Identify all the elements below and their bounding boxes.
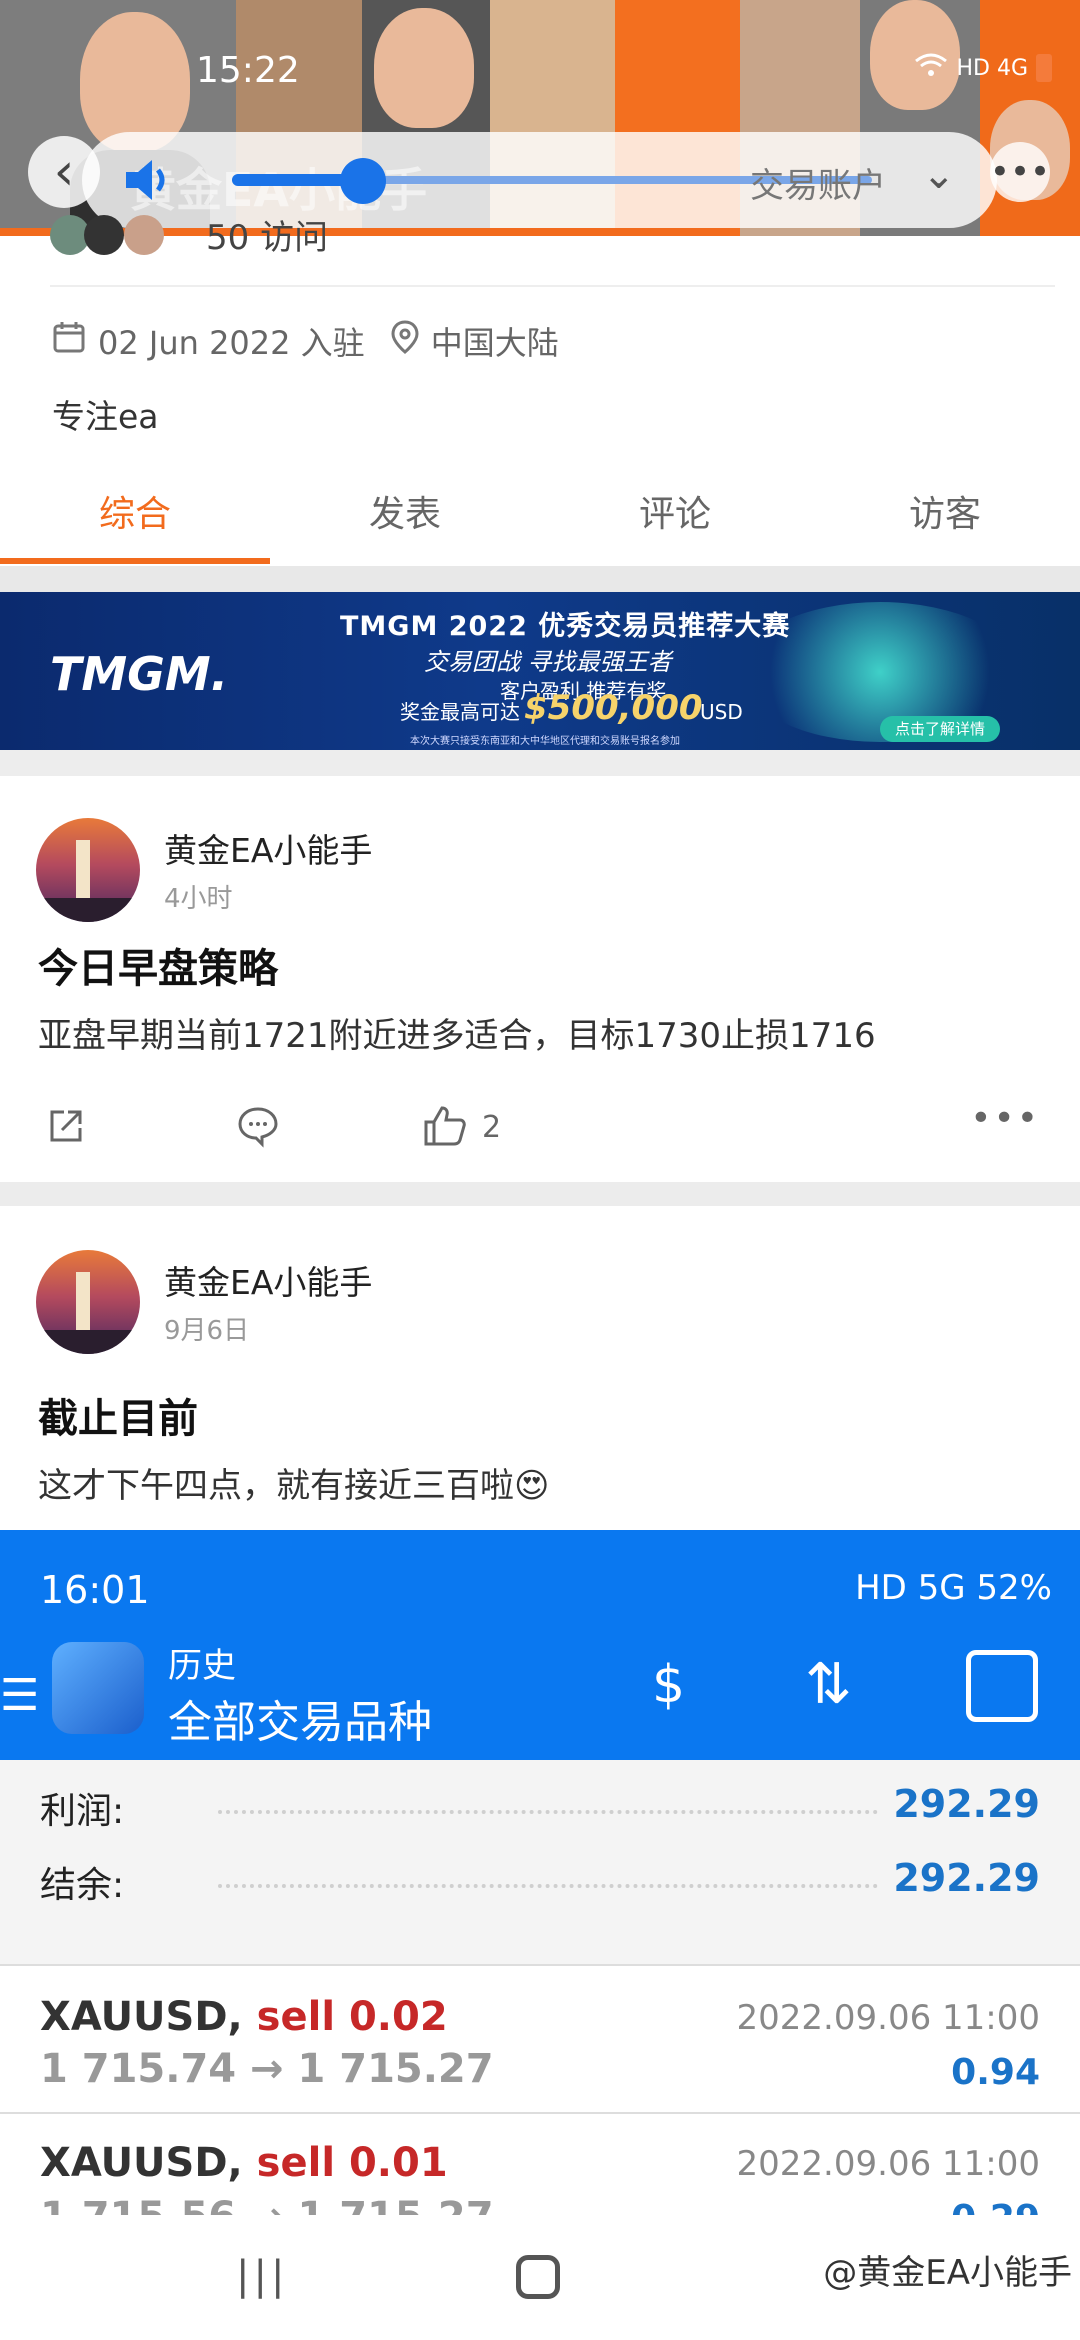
watermark: @黄金EA小能手 [823, 2253, 1072, 2293]
currency-exchange-icon: $ [652, 1655, 686, 1715]
balance-value: 292.29 [893, 1856, 1040, 1900]
visit-count: 50 访问 [206, 218, 329, 258]
banner-amount: $500,000 [524, 688, 703, 728]
volume-slider-handle[interactable] [340, 158, 386, 204]
account-selector[interactable]: 交易账户 [750, 158, 886, 207]
mt-all-symbols: 全部交易品种 [168, 1697, 432, 1748]
trade-date: 2022.09.06 11:00 [736, 1998, 1040, 2038]
post-author[interactable]: 黄金EA小能手 [164, 1256, 372, 1304]
home-button[interactable] [516, 2255, 560, 2299]
tab-visitors[interactable]: 访客 [810, 480, 1080, 566]
post-image[interactable]: 16:01 HD 5G 52% ☰ 历史 全部交易品种 $ ⇅ 利润: 292.… [0, 1530, 1080, 2220]
battery-icon [1036, 54, 1052, 82]
speaker-icon[interactable] [122, 154, 176, 206]
trade-profit: 0.94 [951, 2052, 1040, 2093]
trade-side: sell 0.01 [256, 2140, 448, 2186]
trade-date: 2022.09.06 11:00 [736, 2144, 1040, 2184]
post-time: 9月6日 [164, 1316, 250, 1346]
trade-prices: 1 715.74 → 1 715.27 [40, 2046, 494, 2092]
balance-label: 结余: [40, 1865, 125, 1906]
menu-icon: ☰ [0, 1670, 40, 1721]
like-count: 2 [482, 1110, 502, 1145]
mt-status-time: 16:01 [40, 1568, 150, 1612]
divider [0, 2112, 1080, 2114]
section-separator [0, 1182, 1080, 1206]
banner-prize-label: 奖金最高可达 [400, 700, 520, 724]
banner-logo: TMGM. [50, 647, 229, 701]
system-nav-bar: ||| @黄金EA小能手 [0, 2215, 1080, 2340]
mt-status-icons: HD 5G 52% [855, 1568, 1052, 1608]
status-icons: HD 4G [914, 52, 1052, 84]
dotted-leader [218, 1810, 878, 1814]
banner-currency: USD [700, 700, 743, 724]
profit-label: 利润: [40, 1791, 125, 1832]
banner-cta-button[interactable]: 点击了解详情 [880, 716, 1000, 742]
metatrader-logo-icon [52, 1642, 144, 1734]
visitor-avatars [50, 215, 170, 255]
banner-fine-print: 本次大赛只接受东南亚和大中华地区代理和交易账号报名参加 [410, 736, 680, 747]
post-card[interactable]: 黄金EA小能手 9月6日 截止目前 这才下午四点，就有接近三百啦😍 [0, 1206, 1080, 1530]
wifi-icon [914, 52, 948, 84]
more-options-icon[interactable]: ••• [970, 1098, 1040, 1139]
tab-overview[interactable]: 综合 [0, 480, 270, 566]
profile-tabs: 综合 发表 评论 访客 [0, 480, 1080, 566]
sort-icon: ⇅ [805, 1652, 852, 1717]
post-card[interactable]: 黄金EA小能手 4小时 今日早盘策略 亚盘早期当前1721附近进多适合，目标17… [0, 776, 1080, 1182]
post-body: 这才下午四点，就有接近三百啦😍 [38, 1466, 550, 1506]
active-tab-indicator [0, 558, 270, 564]
profile-meta: 02 Jun 2022 入驻 中国大陆 [52, 318, 559, 364]
more-button[interactable]: ••• [990, 142, 1050, 202]
profit-value: 292.29 [893, 1782, 1040, 1826]
banner-subtitle: 交易团战 寻找最强王者 [424, 648, 672, 676]
calendar-icon [52, 320, 86, 362]
divider [50, 285, 1055, 287]
post-time: 4小时 [164, 884, 233, 914]
joined-date: 02 Jun 2022 入驻 [98, 324, 365, 362]
post-body: 亚盘早期当前1721附近进多适合，目标1730止损1716 [38, 1016, 876, 1056]
post-title: 截止目前 [38, 1396, 198, 1442]
calendar-icon [966, 1650, 1038, 1722]
tab-posts[interactable]: 发表 [270, 480, 540, 566]
location-pin-icon [391, 320, 419, 362]
avatar[interactable] [36, 818, 140, 922]
location: 中国大陆 [430, 324, 559, 362]
mt-header: 16:01 HD 5G 52% ☰ 历史 全部交易品种 $ ⇅ [0, 1530, 1080, 1760]
trade-symbol: XAUUSD, sell 0.02 [40, 1994, 448, 2040]
status-time: 15:22 [196, 50, 300, 91]
trade-side: sell 0.02 [256, 1994, 448, 2040]
recent-apps-button[interactable]: ||| [236, 2253, 288, 2299]
promo-banner[interactable]: TMGM. TMGM 2022 优秀交易员推荐大赛 交易团战 寻找最强王者 客户… [0, 592, 1080, 750]
section-separator [0, 566, 1080, 592]
like-icon[interactable] [422, 1104, 468, 1152]
post-author[interactable]: 黄金EA小能手 [164, 824, 372, 872]
tab-comments[interactable]: 评论 [540, 480, 810, 566]
trade-symbol: XAUUSD, sell 0.01 [40, 2140, 448, 2186]
mt-history-label: 历史 [168, 1646, 236, 1686]
avatar[interactable] [36, 1250, 140, 1354]
post-title: 今日早盘策略 [38, 946, 278, 992]
profile-bio: 专注ea [52, 397, 159, 436]
comment-icon[interactable] [236, 1104, 280, 1152]
share-icon[interactable] [46, 1106, 86, 1150]
section-separator [0, 750, 1080, 776]
dotted-leader [218, 1884, 878, 1888]
video-tile [980, 0, 1080, 236]
chevron-down-icon[interactable]: ⌄ [922, 152, 956, 198]
banner-title: TMGM 2022 优秀交易员推荐大赛 [340, 611, 791, 642]
